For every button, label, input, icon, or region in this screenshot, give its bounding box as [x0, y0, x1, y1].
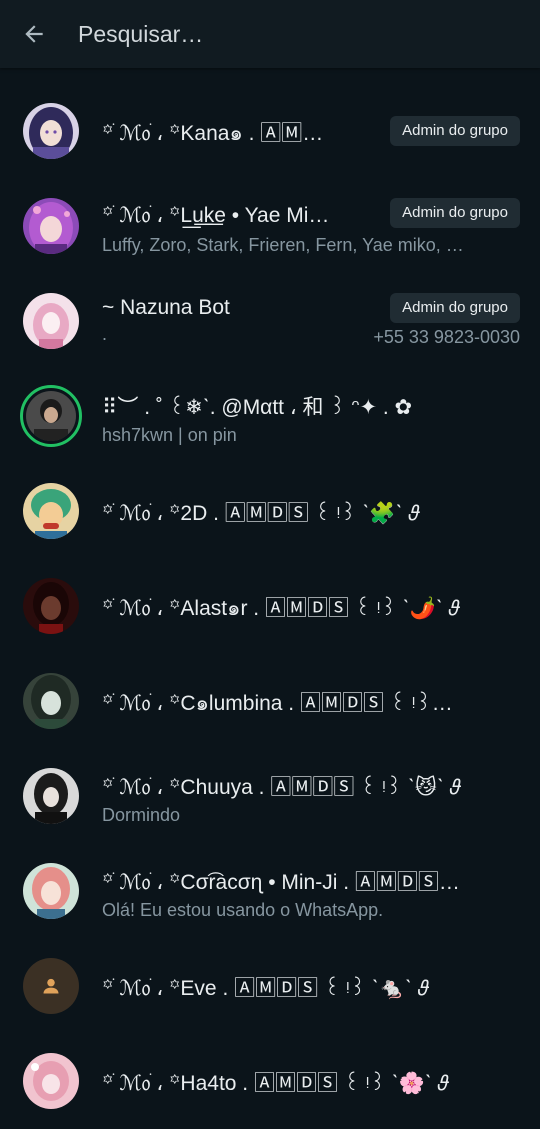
contact-row[interactable]: ꙳ׁ ℳ᥆ֹ ، ꙳C๑lumbina . 🄰🄼🄳🅂 ꒰ ᵎ꒱…	[0, 654, 540, 749]
contact-name: ⠿︶ . ˚ ꒰❄︎ˋ. @Mαtt ، 和 ꒱ ᵔ✦ . ✿	[102, 396, 413, 419]
contact-name: ꙳ׁ ℳ᥆ֹ ، ꙳2D . 🄰🄼🄳🅂 ꒰ ᵎ꒱ ˋ🧩ˋ 𝜗	[102, 502, 420, 525]
admin-badge: Admin do grupo	[390, 116, 520, 146]
contact-row[interactable]: ⠿︶ . ˚ ꒰❄︎ˋ. @Mαtt ، 和 ꒱ ᵔ✦ . ✿ hsh7kwn …	[0, 369, 540, 464]
contact-name: ꙳ׁ ℳ᥆ֹ ، ꙳Chuuya . 🄰🄼🄳🅂 ꒰ ᵎ꒱ ˋ😼ˋ 𝜗	[102, 776, 462, 799]
contact-name: ꙳ׁ ℳ᥆ֹ ، ꙳L͟u͟k͟e • Yae Mi…	[102, 204, 330, 227]
avatar	[23, 483, 79, 539]
contact-subtitle: Luffy, Zoro, Stark, Frieren, Fern, Yae m…	[102, 235, 464, 255]
back-button[interactable]	[18, 18, 50, 50]
avatar-with-status[interactable]	[20, 385, 82, 447]
contact-subtitle: hsh7kwn | on pin	[102, 425, 237, 445]
contact-row[interactable]: ꙳ׁ ℳ᥆ֹ ، ꙳Chuuya . 🄰🄼🄳🅂 ꒰ ᵎ꒱ ˋ😼ˋ 𝜗 Dormi…	[0, 749, 540, 844]
search-input[interactable]	[78, 20, 498, 48]
contact-name: ꙳ׁ ℳ᥆ֹ ، ꙳Eve . 🄰🄼🄳🅂 ꒰ ᵎ꒱ ˋ🐁ˋ 𝜗	[102, 977, 430, 1000]
admin-badge: Admin do grupo	[390, 293, 520, 323]
avatar	[23, 863, 79, 919]
contact-name: ~ Nazuna Bot	[102, 296, 230, 319]
search-bar	[0, 0, 540, 68]
contact-name: ꙳ׁ ℳ᥆ֹ ، ꙳Kana๑ . 🄰🄼…	[102, 122, 324, 145]
contact-subtitle: .	[102, 324, 108, 344]
contact-row[interactable]: ꙳ׁ ℳ᥆ֹ ، ꙳L͟u͟k͟e • Yae Mi… Admin do gru…	[0, 179, 540, 274]
contact-name: ꙳ׁ ℳ᥆ֹ ، ꙳Alast๑r . 🄰🄼🄳🅂 ꒰ ᵎ꒱ ˋ🌶️ˋ 𝜗	[102, 597, 461, 620]
avatar	[23, 768, 79, 824]
avatar	[23, 293, 79, 349]
contact-row[interactable]: ꙳ׁ ℳ᥆ֹ ، ꙳2D . 🄰🄼🄳🅂 ꒰ ᵎ꒱ ˋ🧩ˋ 𝜗	[0, 464, 540, 559]
contact-subtitle: Olá! Eu estou usando o WhatsApp.	[102, 900, 384, 920]
avatar	[23, 673, 79, 729]
avatar	[23, 958, 79, 1014]
contact-row[interactable]: ꙳ׁ ℳ᥆ֹ ، ꙳Alast๑r . 🄰🄼🄳🅂 ꒰ ᵎ꒱ ˋ🌶️ˋ 𝜗	[0, 559, 540, 654]
avatar	[23, 103, 79, 159]
avatar	[23, 578, 79, 634]
contact-row[interactable]: ꙳ׁ ℳ᥆ֹ ، ꙳Cσr͡acσɳ • Min-Ji . 🄰🄼🄳🅂… Olá!…	[0, 844, 540, 939]
person-icon	[43, 978, 59, 994]
contact-name: ꙳ׁ ℳ᥆ֹ ، ꙳Ha4to . 🄰🄼🄳🅂 ꒰ ᵎ꒱ ˋ🌸ˋ 𝜗	[102, 1072, 450, 1095]
arrow-left-icon	[25, 25, 43, 43]
contact-name: ꙳ׁ ℳ᥆ֹ ، ꙳C๑lumbina . 🄰🄼🄳🅂 ꒰ ᵎ꒱…	[102, 692, 453, 715]
avatar	[23, 1053, 79, 1109]
phone-number: +55 33 9823-0030	[373, 327, 520, 347]
admin-badge: Admin do grupo	[390, 198, 520, 228]
contact-row[interactable]: ꙳ׁ ℳ᥆ֹ ، ꙳Kana๑ . 🄰🄼… Admin do grupo	[0, 84, 540, 179]
contact-row[interactable]: ꙳ׁ ℳ᥆ֹ ، ꙳Ha4to . 🄰🄼🄳🅂 ꒰ ᵎ꒱ ˋ🌸ˋ 𝜗	[0, 1034, 540, 1129]
contact-subtitle: Dormindo	[102, 805, 181, 825]
contact-row[interactable]: ꙳ׁ ℳ᥆ֹ ، ꙳Eve . 🄰🄼🄳🅂 ꒰ ᵎ꒱ ˋ🐁ˋ 𝜗	[0, 939, 540, 1034]
contact-row[interactable]: ~ Nazuna Bot Admin do grupo . +55 33 982…	[0, 274, 540, 369]
contact-name: ꙳ׁ ℳ᥆ֹ ، ꙳Cσr͡acσɳ • Min-Ji . 🄰🄼🄳🅂…	[102, 871, 460, 894]
avatar	[23, 198, 79, 254]
contact-list: ꙳ׁ ℳ᥆ֹ ، ꙳Kana๑ . 🄰🄼… Admin do grupo ꙳ׁ …	[0, 84, 540, 1129]
